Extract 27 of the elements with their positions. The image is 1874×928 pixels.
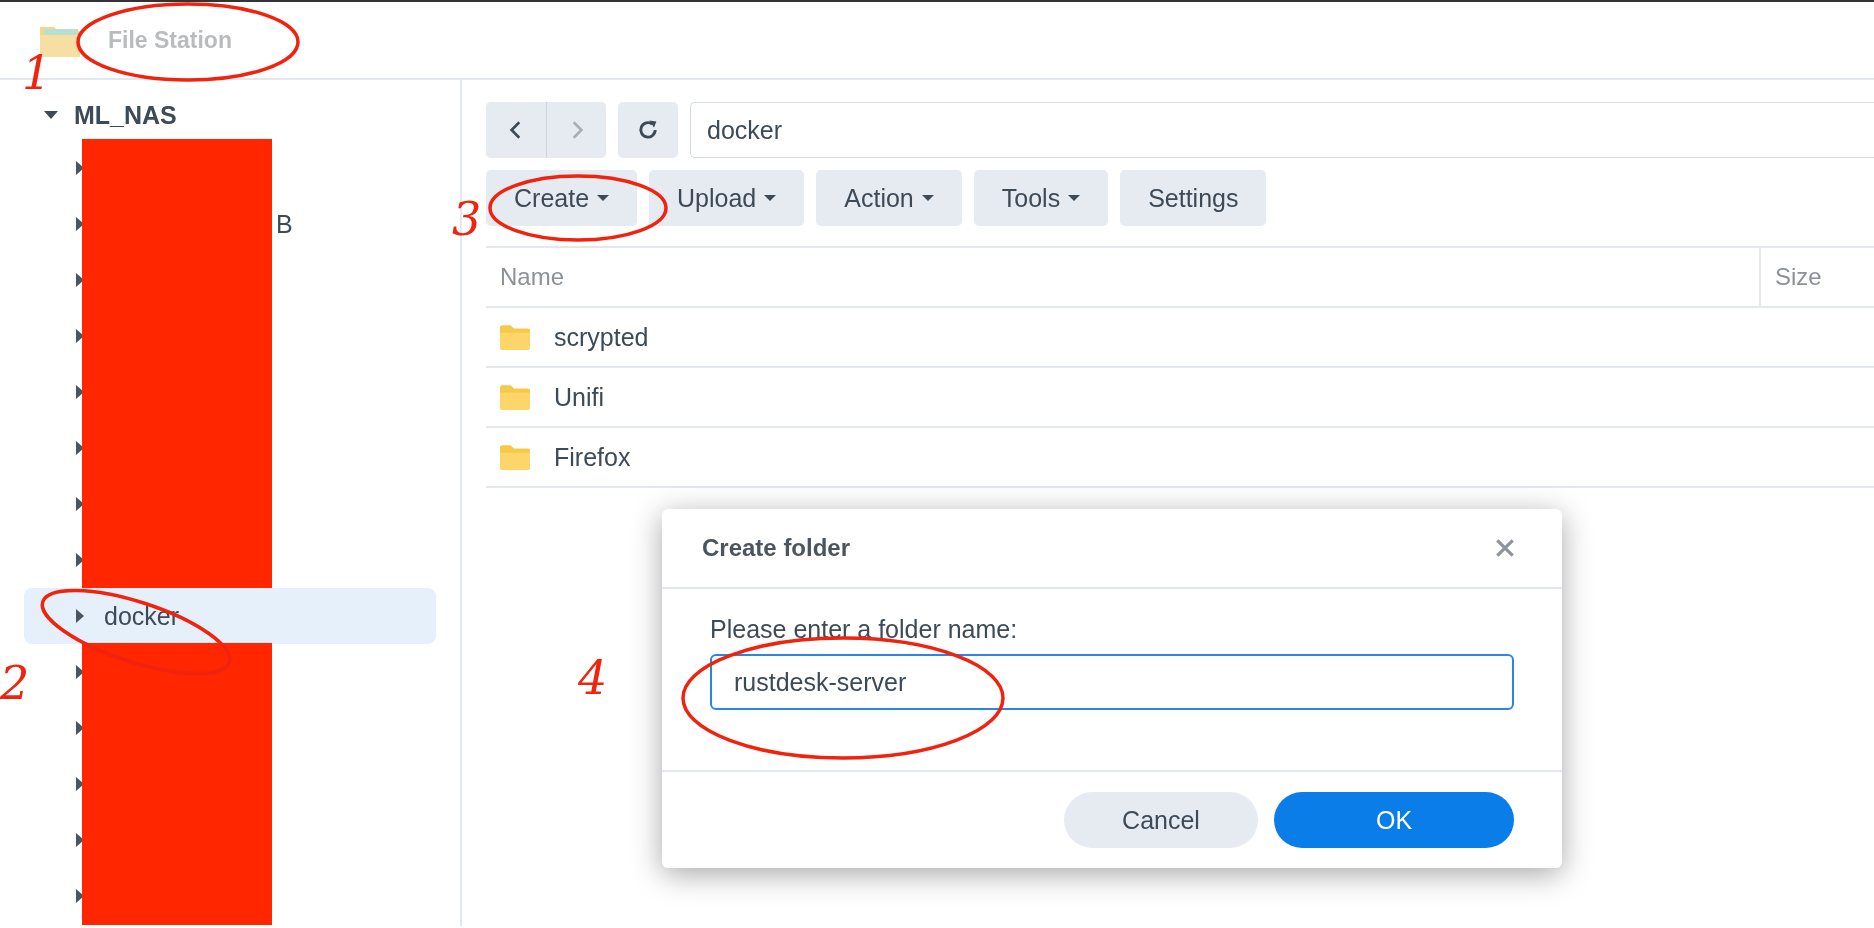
close-icon[interactable] [1494, 537, 1516, 559]
file-name[interactable]: scrypted [554, 322, 649, 352]
ok-button[interactable]: OK [1274, 792, 1514, 848]
cancel-button[interactable]: Cancel [1064, 792, 1258, 848]
toolbar-button[interactable]: Upload [649, 170, 805, 226]
tree-label: docker [104, 601, 180, 631]
caret-icon [76, 609, 84, 623]
tree-item[interactable]: docker [24, 588, 436, 644]
toolbar-button[interactable]: Create [486, 170, 638, 226]
folder-name-field[interactable]: rustdesk-server [710, 654, 1514, 710]
annotation-number: 4 [578, 655, 608, 701]
annotation-number: 3 [452, 196, 482, 242]
folder-icon [500, 324, 530, 350]
toolbar-button[interactable]: Action [816, 170, 962, 226]
annotation-number: 2 [0, 660, 30, 706]
app-title: File Station [108, 26, 232, 54]
tree-label: B [276, 209, 293, 239]
refresh-button[interactable] [618, 102, 678, 158]
folder-icon [500, 384, 530, 410]
path-field[interactable]: docker [690, 102, 1874, 158]
tree-item[interactable]: B [24, 196, 436, 252]
file-name[interactable]: Firefox [554, 442, 631, 472]
toolbar-button[interactable]: Tools [973, 170, 1109, 226]
dialog-title: Create folder [702, 534, 851, 562]
toolbar-button[interactable]: Settings [1120, 170, 1267, 226]
folder-icon [500, 444, 530, 470]
file-name[interactable]: Unifi [554, 382, 604, 412]
